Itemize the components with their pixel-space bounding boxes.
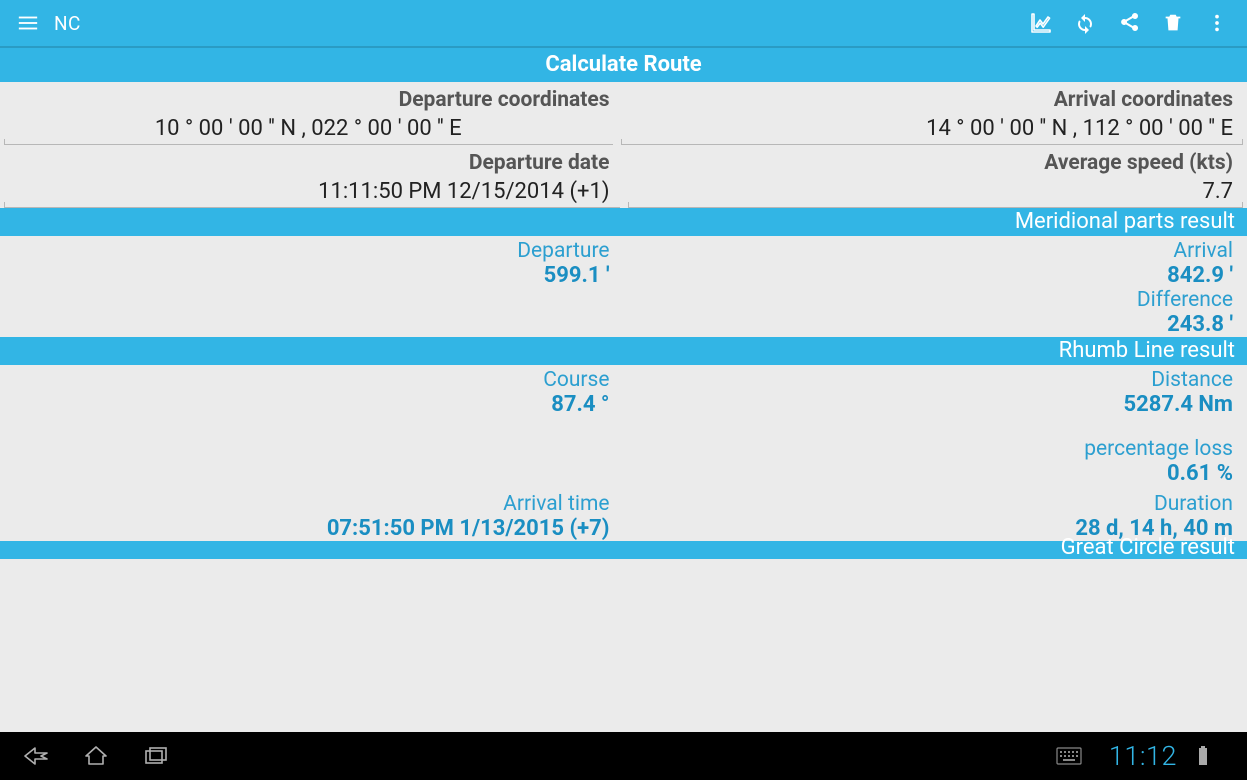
statusbar-clock: 11:12 bbox=[1109, 740, 1177, 772]
battery-icon bbox=[1177, 736, 1229, 776]
departure-coordinates-label: Departure coordinates bbox=[399, 88, 610, 112]
refresh-icon[interactable] bbox=[1063, 1, 1107, 45]
menu-icon[interactable] bbox=[12, 7, 44, 39]
keyboard-icon[interactable] bbox=[1043, 736, 1095, 776]
system-nav-bar: 11:12 bbox=[0, 732, 1247, 780]
meridional-difference-value: 243.8 ' bbox=[1167, 312, 1233, 337]
meridional-difference-label: Difference bbox=[1137, 288, 1233, 312]
meridional-departure-label: Departure bbox=[517, 239, 609, 263]
arrival-coordinates-label: Arrival coordinates bbox=[1054, 88, 1233, 112]
chart-icon[interactable] bbox=[1019, 1, 1063, 45]
rhumb-arrivaltime-label: Arrival time bbox=[503, 492, 609, 516]
departure-coordinates-field[interactable]: 10 ° 00 ' 00 '' N , 022 ° 00 ' 00 '' E bbox=[155, 116, 462, 141]
meridional-departure-value: 599.1 ' bbox=[544, 263, 610, 288]
meridional-arrival-label: Arrival bbox=[1173, 239, 1233, 263]
content-scroll[interactable]: Departure coordinates Arrival coordinate… bbox=[0, 82, 1247, 732]
rhumb-arrivaltime-value: 07:51:50 PM 1/13/2015 (+7) bbox=[327, 516, 610, 541]
rhumb-band: Rhumb Line result bbox=[0, 337, 1247, 365]
home-icon[interactable] bbox=[70, 736, 122, 776]
rhumb-distance-value: 5287.4 Nm bbox=[1123, 392, 1233, 417]
great-circle-band: Great Circle result bbox=[0, 541, 1247, 559]
overflow-menu-icon[interactable] bbox=[1195, 1, 1239, 45]
meridional-arrival-value: 842.9 ' bbox=[1167, 263, 1233, 288]
average-speed-label: Average speed (kts) bbox=[1044, 151, 1233, 175]
app-title: NC bbox=[54, 12, 81, 35]
average-speed-field[interactable]: 7.7 bbox=[1202, 179, 1233, 204]
departure-date-field[interactable]: 11:11:50 PM 12/15/2014 (+1) bbox=[318, 179, 609, 204]
rhumb-course-value: 87.4 ° bbox=[551, 392, 609, 417]
page-title: Calculate Route bbox=[0, 48, 1247, 82]
trash-icon[interactable] bbox=[1151, 1, 1195, 45]
back-icon[interactable] bbox=[10, 736, 62, 776]
departure-date-label: Departure date bbox=[469, 151, 610, 175]
recents-icon[interactable] bbox=[130, 736, 182, 776]
meridional-band: Meridional parts result bbox=[0, 208, 1247, 236]
rhumb-course-label: Course bbox=[543, 368, 609, 392]
rhumb-pctloss-label: percentage loss bbox=[1084, 437, 1233, 461]
rhumb-duration-label: Duration bbox=[1154, 492, 1233, 516]
share-icon[interactable] bbox=[1107, 1, 1151, 45]
arrival-coordinates-field[interactable]: 14 ° 00 ' 00 '' N , 112 ° 00 ' 00 '' E bbox=[926, 116, 1233, 141]
rhumb-distance-label: Distance bbox=[1151, 368, 1233, 392]
action-bar: NC bbox=[0, 0, 1247, 48]
rhumb-pctloss-value: 0.61 % bbox=[1167, 461, 1233, 486]
